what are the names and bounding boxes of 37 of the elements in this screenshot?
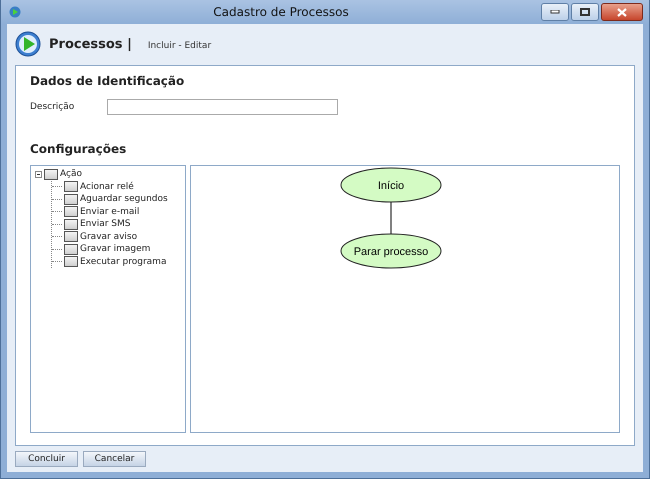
section-heading: Configurações	[30, 142, 128, 156]
connector-line	[390, 202, 392, 234]
tree-item[interactable]: Acionar relé	[80, 182, 134, 192]
process-node[interactable]: Início	[340, 168, 442, 202]
collapse-icon[interactable]	[35, 170, 42, 178]
minimize-button[interactable]	[541, 3, 569, 21]
tree-item[interactable]: Enviar e-mail	[80, 206, 140, 217]
window-title: Cadastro de Processos	[212, 5, 350, 19]
page-title: Processos |	[49, 36, 132, 52]
tree-item[interactable]: Enviar SMS	[80, 219, 130, 230]
checkbox[interactable]	[64, 194, 78, 205]
app-icon	[9, 6, 21, 18]
checkbox[interactable]	[64, 256, 78, 268]
field-label: Descrição	[30, 102, 76, 112]
play-icon	[15, 31, 41, 57]
checkbox[interactable]	[64, 206, 78, 218]
maximize-button[interactable]	[571, 3, 599, 21]
checkbox[interactable]	[64, 181, 78, 192]
tree-item[interactable]: Ação	[60, 169, 82, 180]
tree-item[interactable]: Gravar aviso	[80, 232, 138, 242]
tree-item[interactable]: Aguardar segundos	[80, 194, 168, 204]
maximize-icon	[580, 8, 590, 16]
description-field[interactable]	[107, 99, 338, 115]
checkbox[interactable]	[64, 231, 78, 242]
breadcrumb: Incluir - Editar	[148, 41, 212, 51]
close-icon	[617, 8, 627, 16]
checkbox[interactable]	[44, 168, 58, 180]
checkbox[interactable]	[64, 218, 78, 230]
process-node[interactable]: Parar processo	[340, 234, 442, 268]
tree-item[interactable]: Executar programa	[80, 256, 166, 267]
minimize-icon	[550, 10, 560, 14]
tree-item[interactable]: Gravar imagem	[80, 244, 150, 254]
action-button[interactable]: Concluir	[15, 451, 78, 467]
checkbox[interactable]	[64, 244, 78, 255]
section-heading: Dados de Identificação	[30, 74, 186, 88]
action-button[interactable]: Cancelar	[83, 451, 146, 467]
close-button[interactable]	[601, 3, 643, 21]
